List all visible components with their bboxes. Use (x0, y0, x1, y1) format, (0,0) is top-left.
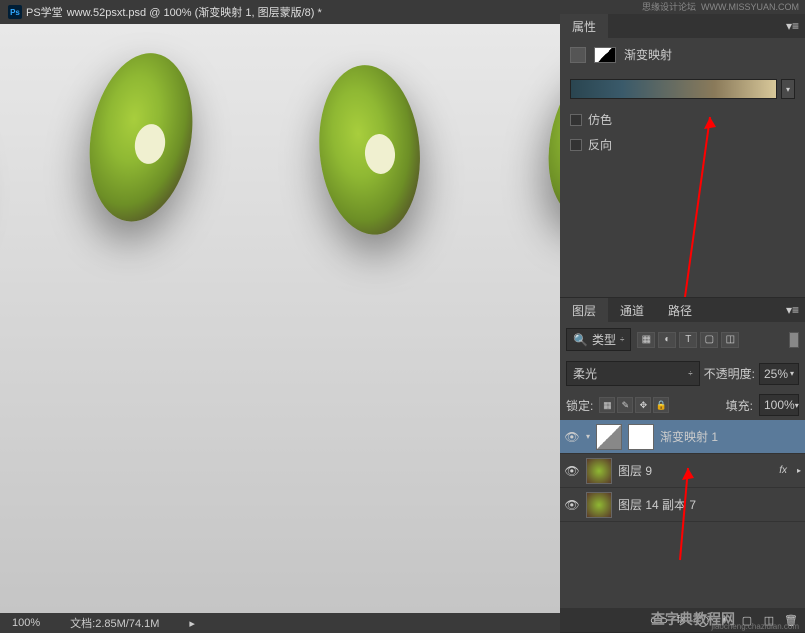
delete-layer-icon[interactable]: 🗑 (781, 611, 801, 629)
reverse-label: 反向 (588, 136, 612, 153)
link-layers-icon[interactable]: ⊂⊃ (649, 611, 669, 629)
panel-menu-icon[interactable]: ▾≡ (780, 14, 805, 38)
ps-icon: Ps (8, 5, 22, 19)
layer-style-icon[interactable]: fx (671, 611, 691, 629)
status-chevron[interactable]: ▸ (189, 617, 195, 630)
tab-prefix: PS学堂 (26, 4, 63, 20)
visibility-icon[interactable]: 👁 (564, 498, 580, 512)
kiwi-artwork (0, 24, 560, 384)
document-tab-bar: Ps PS学堂 www.52psxt.psd @ 100% (渐变映射 1, 图… (0, 0, 560, 24)
layer-mask-icon[interactable]: ◯ (693, 611, 713, 629)
doc-info: 文档:2.85M/74.1M (70, 615, 159, 631)
watermark-top: 思缘设计论坛 WWW.MISSYUAN.COM (560, 0, 805, 14)
gradient-dropdown[interactable]: ▾ (781, 79, 795, 99)
gradient-preview[interactable] (570, 79, 777, 99)
filter-toggle[interactable] (789, 332, 799, 348)
visibility-icon[interactable]: 👁 (564, 464, 580, 478)
layer-fx-badge[interactable]: fx (779, 465, 791, 476)
dither-checkbox[interactable] (570, 114, 582, 126)
opacity-label: 不透明度: (704, 365, 755, 382)
layers-list[interactable]: 👁 ▾ 渐变映射 1 👁 图层 9 fx ▸ 👁 图层 14 副本 7 (560, 420, 805, 608)
status-bar: 100% 文档:2.85M/74.1M ▸ (0, 613, 560, 633)
adjustment-layer-icon[interactable]: ◐ (715, 611, 735, 629)
filter-type-icon[interactable]: T (679, 332, 697, 348)
group-icon[interactable]: ▢ (737, 611, 757, 629)
opacity-input[interactable]: 25%▾ (759, 363, 799, 385)
adjustment-name: 渐变映射 (624, 46, 672, 63)
visibility-icon[interactable]: 👁 (564, 430, 580, 444)
filter-shape-icon[interactable]: ▢ (700, 332, 718, 348)
tab-channels[interactable]: 通道 (608, 298, 656, 322)
lock-all-icon[interactable]: 🔒 (653, 397, 669, 413)
layer-name[interactable]: 图层 9 (618, 462, 652, 479)
layer-name[interactable]: 渐变映射 1 (660, 428, 718, 445)
filter-adjustment-icon[interactable]: ◐ (658, 332, 676, 348)
document-tab[interactable]: Ps PS学堂 www.52psxt.psd @ 100% (渐变映射 1, 图… (8, 4, 322, 20)
layer-mask-thumbnail[interactable] (628, 424, 654, 450)
layer-filter-type[interactable]: 🔍 类型 ÷ (566, 328, 631, 351)
layer-thumbnail[interactable] (586, 492, 612, 518)
tab-layers[interactable]: 图层 (560, 298, 608, 322)
lock-position-icon[interactable]: ✥ (635, 397, 651, 413)
layer-thumbnail[interactable] (596, 424, 622, 450)
properties-tab[interactable]: 属性 (560, 14, 608, 38)
gradient-map-icon (594, 47, 616, 63)
fill-label: 填充: (726, 397, 753, 414)
lock-transparent-icon[interactable]: ▦ (599, 397, 615, 413)
chevron-down-icon[interactable]: ▾ (586, 432, 590, 441)
blend-mode-select[interactable]: 柔光÷ (566, 361, 700, 386)
annotation-arrow-2 (670, 460, 700, 570)
fill-input[interactable]: 100%▾ (759, 394, 799, 416)
search-icon: 🔍 (573, 333, 588, 347)
new-layer-icon[interactable]: ◫ (759, 611, 779, 629)
lock-image-icon[interactable]: ✎ (617, 397, 633, 413)
adjustment-type-icon (570, 47, 586, 63)
properties-panel: 属性 ▾≡ 渐变映射 ▾ 仿色 反向 (560, 14, 805, 298)
reverse-checkbox[interactable] (570, 139, 582, 151)
layers-panel: 图层 通道 路径 ▾≡ 🔍 类型 ÷ ▦ ◐ T ▢ ◫ (560, 298, 805, 633)
filter-smart-icon[interactable]: ◫ (721, 332, 739, 348)
dither-label: 仿色 (588, 111, 612, 128)
layer-row[interactable]: 👁 ▾ 渐变映射 1 (560, 420, 805, 454)
layers-footer: ⊂⊃ fx ◯ ◐ ▢ ◫ 🗑 (560, 608, 805, 632)
filter-pixel-icon[interactable]: ▦ (637, 332, 655, 348)
lock-label: 锁定: (566, 397, 593, 414)
tab-filename: www.52psxt.psd @ 100% (渐变映射 1, 图层蒙版/8) * (67, 4, 322, 20)
layers-panel-menu-icon[interactable]: ▾≡ (780, 298, 805, 322)
tab-paths[interactable]: 路径 (656, 298, 704, 322)
layer-thumbnail[interactable] (586, 458, 612, 484)
zoom-level[interactable]: 100% (12, 617, 40, 629)
chevron-right-icon[interactable]: ▸ (797, 466, 801, 475)
canvas[interactable] (0, 24, 560, 613)
